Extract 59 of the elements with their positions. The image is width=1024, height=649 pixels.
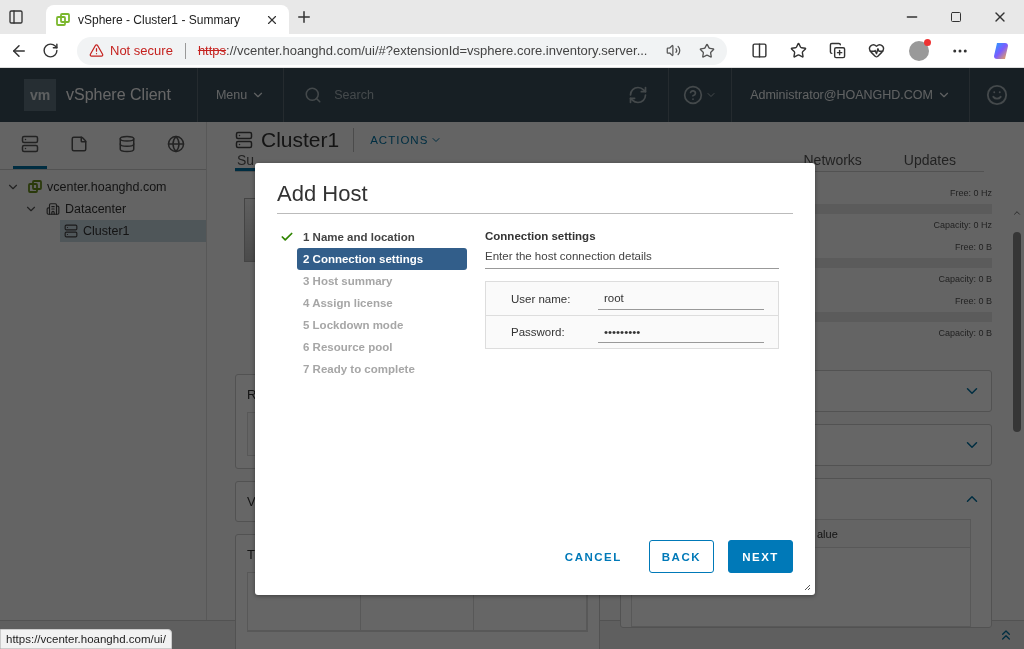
- card-title: R: [247, 387, 257, 402]
- tab-title: vSphere - Cluster1 - Summary: [78, 12, 242, 27]
- maximize-icon[interactable]: [950, 11, 962, 23]
- sidebar-icon[interactable]: [8, 9, 24, 25]
- refresh-icon[interactable]: [42, 42, 59, 59]
- heart-pulse-icon[interactable]: [868, 42, 885, 59]
- favicon-icon: [56, 12, 70, 27]
- server-icon: [235, 131, 253, 149]
- vcenter-icon: [28, 180, 42, 194]
- address-field[interactable]: Not secure https://vcenter.hoanghd.com/ui/#?extensionId=vsphere.core.inventory.server...: [77, 36, 727, 65]
- input-field[interactable]: •••••••••: [598, 321, 764, 343]
- favorites-icon[interactable]: [790, 42, 807, 59]
- section-title: Connection settings: [485, 229, 597, 242]
- actions-button[interactable]: ACTIONS: [353, 128, 443, 152]
- wizard-step[interactable]: 7 Ready to complete: [297, 358, 467, 380]
- wizard-step[interactable]: 4 Assign license: [297, 292, 467, 314]
- object-title: Cluster1: [261, 128, 340, 152]
- tree-item[interactable]: Cluster1: [60, 220, 206, 242]
- resize-grip-icon[interactable]: [804, 584, 811, 591]
- menu-button[interactable]: Menu: [197, 88, 284, 102]
- speaker-icon[interactable]: [666, 43, 681, 58]
- building-icon: [46, 202, 60, 216]
- security-label: Not secure: [110, 43, 173, 58]
- section-subtitle: Enter the host connection details: [485, 242, 779, 269]
- tree-item-label: Cluster1: [83, 224, 130, 238]
- browser-tab[interactable]: vSphere - Cluster1 - Summary: [46, 5, 289, 34]
- object-tab[interactable]: Updates: [901, 152, 958, 171]
- wizard-step[interactable]: 5 Lockdown mode: [297, 314, 467, 336]
- flat-button[interactable]: CANCEL: [551, 540, 635, 573]
- wizard-step[interactable]: 1 Name and location: [297, 226, 467, 248]
- url-text: https://vcenter.hoanghd.com/ui/#?extensionId=vsphere.core.inventory.server...: [197, 43, 649, 58]
- split-screen-icon[interactable]: [751, 42, 768, 59]
- new-tab-icon[interactable]: [295, 8, 313, 26]
- tree-item-label: vcenter.hoanghd.com: [47, 180, 167, 194]
- input-field[interactable]: root: [598, 287, 764, 310]
- wizard-step[interactable]: 6 Resource pool: [297, 336, 467, 358]
- server-icon: [64, 224, 78, 238]
- user-menu[interactable]: Administrator@HOANGHD.COM: [732, 88, 969, 102]
- collections-icon[interactable]: [829, 42, 846, 59]
- card-title: V: [247, 494, 256, 509]
- product-name: vSphere Client: [66, 86, 172, 104]
- object-tab[interactable]: Networks: [801, 152, 864, 171]
- card-title: T: [247, 547, 255, 562]
- wizard-step[interactable]: 2 Connection settings: [297, 248, 467, 270]
- field-label: User name:: [511, 292, 572, 305]
- tree-item[interactable]: Datacenter: [42, 198, 206, 220]
- primary-button[interactable]: NEXT: [728, 540, 793, 573]
- status-url: https://vcenter.hoanghd.com/ui/: [0, 629, 172, 649]
- star-icon[interactable]: [699, 42, 715, 59]
- field-label: Password:: [511, 326, 566, 338]
- dialog-title: Add Host: [277, 181, 793, 214]
- tree-item-label: Datacenter: [65, 202, 127, 216]
- profile-avatar[interactable]: [909, 40, 929, 61]
- colorful-logo-icon[interactable]: [991, 40, 1011, 61]
- outline-button[interactable]: BACK: [648, 540, 714, 573]
- tree-item[interactable]: vcenter.hoanghd.com: [24, 176, 206, 198]
- wizard-step[interactable]: 3 Host summary: [297, 270, 467, 292]
- search-icon: [304, 86, 323, 104]
- warning-icon: [89, 43, 104, 58]
